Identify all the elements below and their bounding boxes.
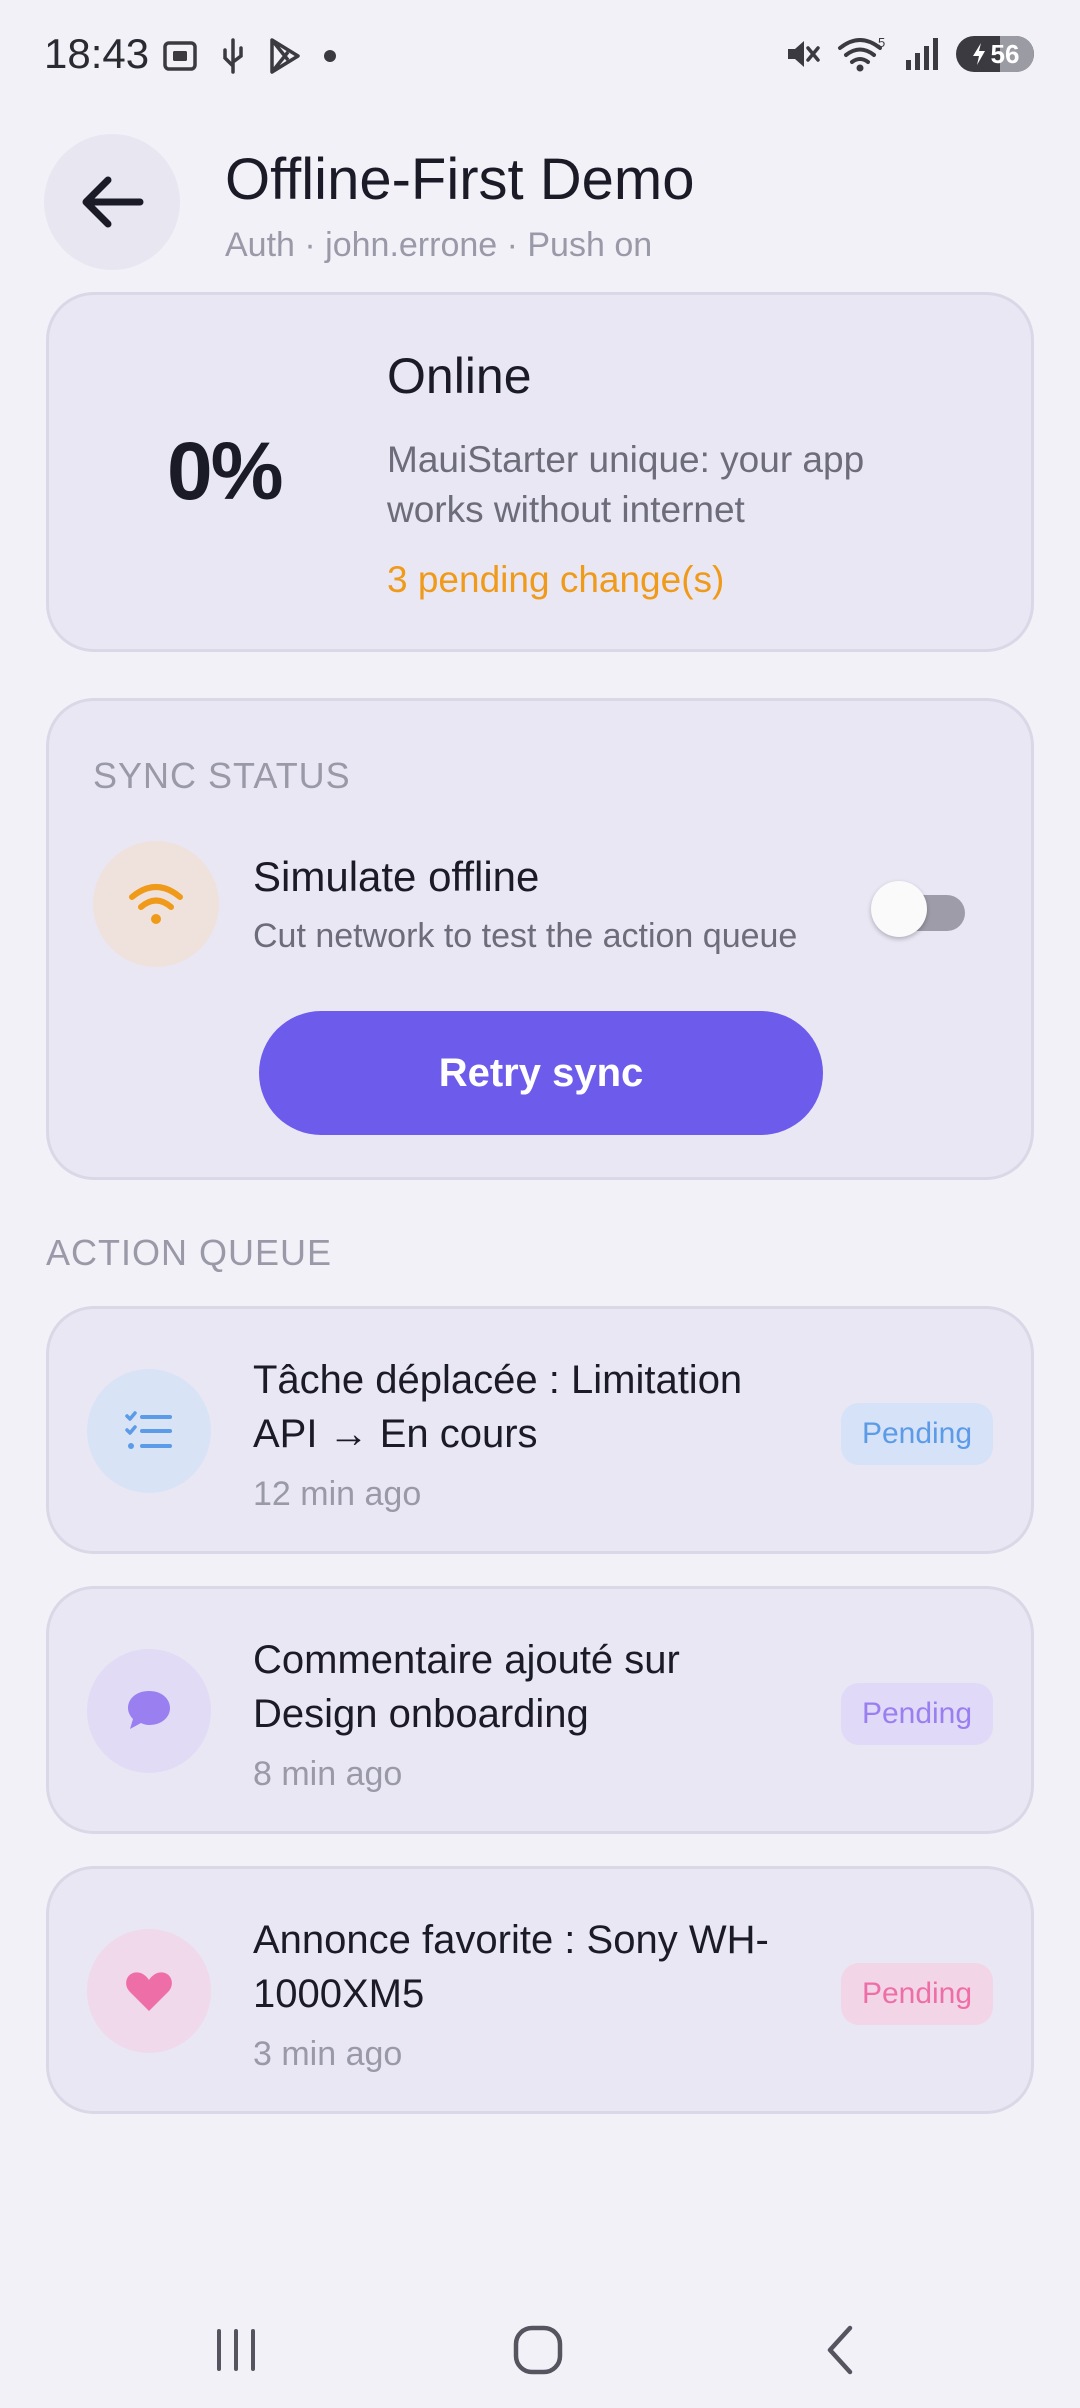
wifi-icon — [129, 884, 183, 924]
status-time: 18:43 — [44, 30, 150, 77]
recents-button[interactable] — [186, 2310, 286, 2390]
queue-item-title: Commentaire ajouté sur Design onboarding — [253, 1638, 680, 1736]
heart-icon — [87, 1929, 211, 2053]
usb-icon — [223, 38, 243, 74]
status-badge: Pending — [841, 1963, 993, 2025]
queue-item[interactable]: Annonce favorite : Sony WH-1000XM5 3 min… — [46, 1866, 1034, 2114]
system-nav-bar — [0, 2280, 1080, 2408]
wifi-icon: 5 — [838, 35, 885, 72]
play-store-icon — [270, 38, 300, 74]
notification-icons — [160, 36, 338, 76]
battery-indicator: 56 — [956, 36, 1034, 72]
page-subtitle: Auth · john.errone · Push on — [225, 226, 653, 264]
queue-item[interactable]: Tâche déplacée : Limitation API → En cou… — [46, 1306, 1034, 1554]
sync-status-card: SYNC STATUS Simulate offline Cut network… — [46, 698, 1034, 1180]
back-icon — [827, 2325, 853, 2375]
wifi-icon-badge — [93, 841, 219, 967]
status-badge: Pending — [841, 1683, 993, 1745]
system-icons: 5 56 — [782, 34, 1034, 74]
queue-item-title: Annonce favorite : Sony WH-1000XM5 — [253, 1918, 769, 2016]
queue-item-time: 8 min ago — [253, 1755, 403, 1793]
charging-icon — [972, 43, 985, 65]
status-bar: 18:43 5 56 — [0, 0, 1080, 112]
comment-icon — [87, 1649, 211, 1773]
queue-item[interactable]: Commentaire ajouté sur Design onboarding… — [46, 1586, 1034, 1834]
battery-level: 56 — [990, 38, 1020, 69]
simulate-offline-description: Cut network to test the action queue — [253, 917, 798, 955]
sync-section-label: SYNC STATUS — [93, 755, 351, 796]
sync-percentage: 0% — [167, 426, 284, 517]
action-queue-label: ACTION QUEUE — [46, 1232, 333, 1273]
back-button[interactable] — [44, 134, 180, 270]
dot-icon — [324, 50, 336, 62]
simulate-offline-title: Simulate offline — [253, 853, 540, 900]
simulate-offline-toggle[interactable] — [871, 881, 967, 937]
recents-icon — [217, 2329, 255, 2371]
arrow-left-icon — [82, 176, 144, 228]
mute-icon — [788, 41, 820, 67]
task-list-icon — [87, 1369, 211, 1493]
queue-item-time: 3 min ago — [253, 2035, 403, 2073]
connection-status-card: 0% Online MauiStarter unique: your app w… — [46, 292, 1034, 652]
page-title: Offline-First Demo — [225, 147, 695, 212]
status-badge: Pending — [841, 1403, 993, 1465]
queue-item-title: Tâche déplacée : Limitation API → En cou… — [253, 1358, 743, 1456]
home-button[interactable] — [488, 2310, 588, 2390]
retry-sync-button[interactable]: Retry sync — [259, 1011, 823, 1135]
toggle-thumb — [871, 881, 927, 937]
pending-changes-count: 3 pending change(s) — [387, 559, 725, 600]
signal-icon — [906, 38, 938, 70]
svg-text:5: 5 — [878, 35, 885, 50]
queue-item-time: 12 min ago — [253, 1475, 422, 1513]
connection-state: Online — [387, 348, 532, 404]
home-icon — [513, 2325, 563, 2375]
back-nav-button[interactable] — [790, 2310, 890, 2390]
screenshot-icon — [163, 41, 197, 71]
status-description: MauiStarter unique: your app works witho… — [387, 439, 865, 530]
